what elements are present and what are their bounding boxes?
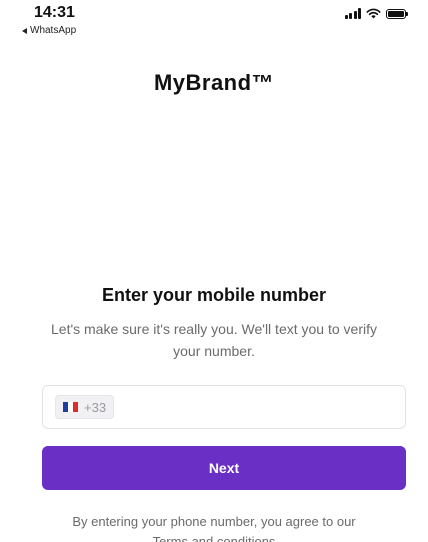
status-time: 14:31 xyxy=(34,4,75,21)
phone-number-field[interactable]: +33 xyxy=(42,385,406,429)
legal-text: By entering your phone number, you agree… xyxy=(72,514,356,529)
cellular-signal-icon xyxy=(344,8,361,19)
back-arrow-icon xyxy=(22,27,27,34)
france-flag-icon xyxy=(63,402,78,412)
back-to-app-link[interactable]: WhatsApp xyxy=(22,25,76,36)
country-code-selector[interactable]: +33 xyxy=(55,395,115,419)
wifi-icon xyxy=(366,8,381,19)
battery-icon xyxy=(386,8,408,19)
next-button[interactable]: Next xyxy=(42,446,406,490)
country-dial-code: +33 xyxy=(84,399,107,415)
page-title: Enter your mobile number xyxy=(101,285,327,305)
back-app-label: WhatsApp xyxy=(30,25,77,36)
status-icons xyxy=(344,8,408,19)
terms-link[interactable]: Terms and conditions xyxy=(153,532,276,542)
brand-logo: MyBrand™ xyxy=(153,70,275,95)
phone-number-input[interactable] xyxy=(122,391,405,423)
page-subtitle: Let's make sure it's really you. We'll t… xyxy=(51,321,377,359)
legal-notice: By entering your phone number, you agree… xyxy=(0,512,428,542)
phone-verification-screen: 14:31 WhatsApp MyBrand™ Enter your mobil… xyxy=(0,0,428,542)
